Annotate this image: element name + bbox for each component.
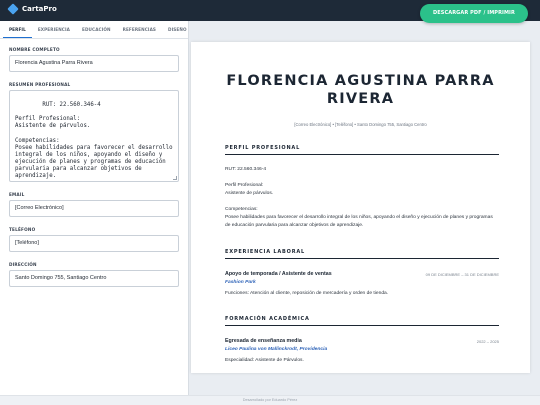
cv-name-line2: RIVERA <box>326 91 395 107</box>
summary-label: RESUMEN PROFESIONAL <box>9 82 71 87</box>
cv-name: FLORENCIA AGUSTINA PARRA RIVERA <box>191 72 530 108</box>
brand: CartaPro <box>7 3 57 15</box>
cv-contact: [Correo Electrónico] • [Teléfono] • Sant… <box>294 122 427 127</box>
profile-role: Asistente de párvulos. <box>225 191 274 196</box>
experience-title: Apoyo de temporada / Asistente de ventas <box>225 271 332 277</box>
phone-label: TELÉFONO <box>9 227 36 232</box>
experience-company: Fashion Park <box>225 280 256 285</box>
profile-rut: RUT: 22.560.346-4 <box>225 167 267 172</box>
summary-text: RUT: 22.560.346-4 Perfil Profesional: As… <box>15 102 173 180</box>
tab-referencias[interactable]: REFERENCIAS <box>117 21 162 38</box>
name-label: NOMBRE COMPLETO <box>9 47 60 52</box>
profile-section-title: PERFIL PROFESIONAL <box>225 145 499 155</box>
diamond-logo-icon <box>7 3 19 15</box>
address-input[interactable]: Santo Domingo 755, Santiago Centro <box>9 270 179 287</box>
phone-input[interactable]: [Teléfono] <box>9 235 179 252</box>
education-title: Egresada de enseñanza media <box>225 338 302 344</box>
download-pdf-button[interactable]: DESCARGAR PDF / IMPRIMIR <box>420 4 528 23</box>
education-section-title: FORMACIÓN ACADÉMICA <box>225 316 499 326</box>
tab-educacion[interactable]: EDUCACIÓN <box>76 21 117 38</box>
experience-description: Funciones: Atención al cliente, reposici… <box>225 291 389 296</box>
resize-handle-icon[interactable] <box>173 176 177 180</box>
profile-form: NOMBRE COMPLETO Florencia Agustina Parra… <box>0 39 188 287</box>
cv-name-line1: FLORENCIA AGUSTINA PARRA <box>226 73 495 89</box>
education-dates: 2022 – 2025 <box>476 339 499 344</box>
email-label: EMAIL <box>9 192 25 197</box>
email-input[interactable]: [Correo Electrónico] <box>9 200 179 217</box>
app-name: CartaPro <box>22 5 57 13</box>
summary-textarea[interactable]: RUT: 22.560.346-4 Perfil Profesional: As… <box>9 90 179 182</box>
education-specialty: Especialidad: Asistente de Párvulos. <box>225 358 304 363</box>
editor-panel: PERFIL EXPERIENCIA EDUCACIÓN REFERENCIAS… <box>0 21 189 395</box>
tab-diseno[interactable]: DISEÑO <box>162 21 193 38</box>
profile-heading: Perfil Profesional: <box>225 183 264 188</box>
tab-bar: PERFIL EXPERIENCIA EDUCACIÓN REFERENCIAS… <box>0 21 188 39</box>
tab-experiencia[interactable]: EXPERIENCIA <box>32 21 76 38</box>
cv-preview: FLORENCIA AGUSTINA PARRA RIVERA [Correo … <box>191 42 530 373</box>
tab-perfil[interactable]: PERFIL <box>3 21 32 38</box>
education-school: Liceo Paulina von Mallinckrodt, Providen… <box>225 347 328 352</box>
address-label: DIRECCIÓN <box>9 262 37 267</box>
competencies-text: Posee habilidades para favorecer el desa… <box>225 215 493 228</box>
competencies-heading: Competencias: <box>225 207 258 212</box>
experience-dates: 09 DE DICIEMBRE – 31 DE DICIEMBRE <box>425 272 499 277</box>
footer: Desarrollado por Eduardo Pérez <box>0 395 540 405</box>
experience-section-title: EXPERIENCIA LABORAL <box>225 249 499 259</box>
name-input[interactable]: Florencia Agustina Parra Rivera <box>9 55 179 72</box>
